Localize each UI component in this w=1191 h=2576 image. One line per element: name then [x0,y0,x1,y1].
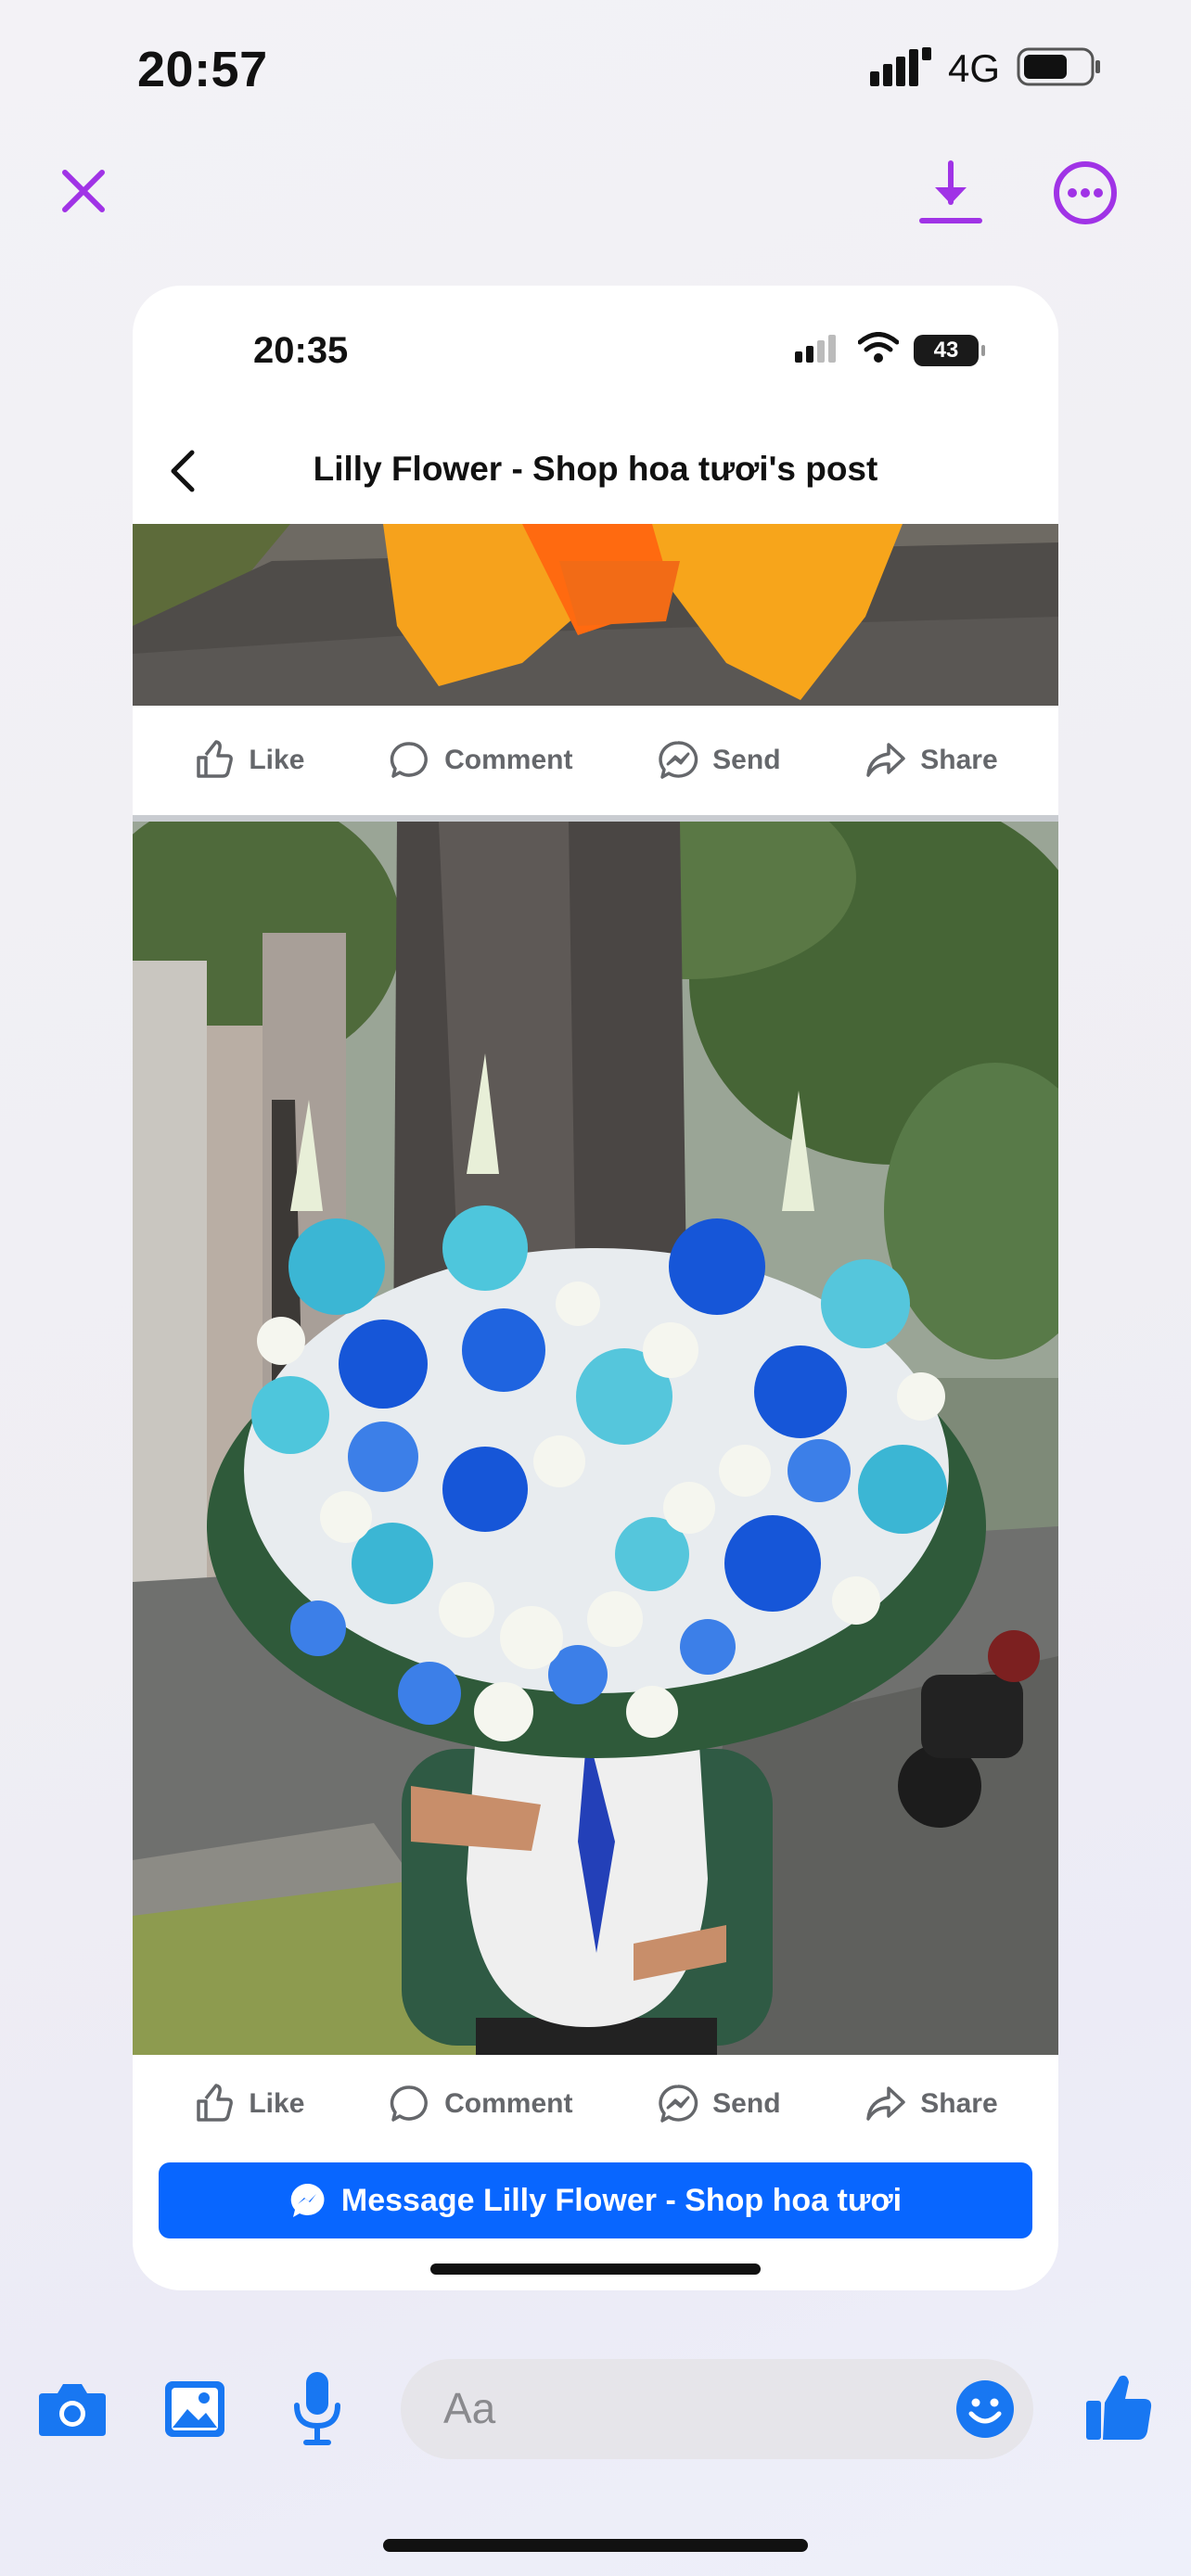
microphone-icon[interactable] [289,2370,345,2448]
status-indicators: 4G [869,46,1102,91]
comment-button-2[interactable]: Comment [389,2083,572,2125]
post-title: Lilly Flower - Shop hoa tươi's post [313,450,878,488]
inner-status-time: 20:35 [253,330,349,371]
close-icon[interactable] [56,163,111,219]
share-button[interactable]: Share [864,739,998,782]
messenger-icon [659,2085,698,2123]
like-icon [197,2084,234,2122]
send-label: Send [712,745,781,775]
gallery-icon[interactable] [161,2376,228,2442]
emoji-icon[interactable] [954,2378,1017,2441]
inner-home-indicator [430,2264,761,2275]
network-type: 4G [947,46,1000,90]
message-button-label: Message Lilly Flower - Shop hoa tươi [340,2182,903,2218]
post-photo-flower-arrangement[interactable] [133,822,1058,2055]
cellular-signal-icon [869,46,931,91]
send-button-2[interactable]: Send [657,2083,781,2125]
home-indicator [383,2539,808,2552]
like-icon [197,740,234,778]
send-button[interactable]: Send [657,739,781,782]
comment-button[interactable]: Comment [389,739,572,782]
post-header: Lilly Flower - Shop hoa tươi's post [133,423,1058,516]
send-label: Send [712,2088,781,2119]
status-time: 20:57 [137,42,268,97]
message-input[interactable] [401,2359,1033,2459]
message-page-button[interactable]: Message Lilly Flower - Shop hoa tươi [159,2162,1032,2238]
inner-wifi-icon [857,332,900,368]
thumbs-up-icon[interactable] [1083,2370,1154,2444]
messenger-icon [659,741,698,779]
message-input-placeholder: Aa [443,2384,496,2432]
like-button[interactable]: Like [193,739,304,782]
like-label: Like [249,2088,305,2119]
share-label: Share [920,745,998,775]
inner-battery-icon: 43 [914,334,985,366]
comment-icon [390,2085,429,2122]
battery-icon [1017,47,1102,91]
share-icon [866,2086,905,2121]
post-image-top [133,524,1058,706]
like-label: Like [249,745,305,775]
comment-label: Comment [444,2088,573,2119]
inner-status-indicators: 43 [795,332,985,368]
camera-icon[interactable] [37,2374,108,2444]
messenger-icon [290,2183,325,2217]
more-icon[interactable] [1052,159,1119,226]
post-action-bar-1: Like Comment Send Share [133,706,1058,815]
share-button-2[interactable]: Share [864,2083,998,2125]
comment-label: Comment [444,745,573,775]
inner-signal-icon [795,333,843,367]
shared-screenshot[interactable]: 20:35 43 Lilly Flower - Shop hoa tươi's … [133,286,1058,2290]
download-icon[interactable] [918,159,983,226]
post-action-bar-2: Like Comment Send Share [133,2055,1058,2153]
share-icon [866,743,905,777]
share-label: Share [920,2088,998,2119]
comment-icon [390,742,429,778]
like-button-2[interactable]: Like [193,2083,304,2125]
